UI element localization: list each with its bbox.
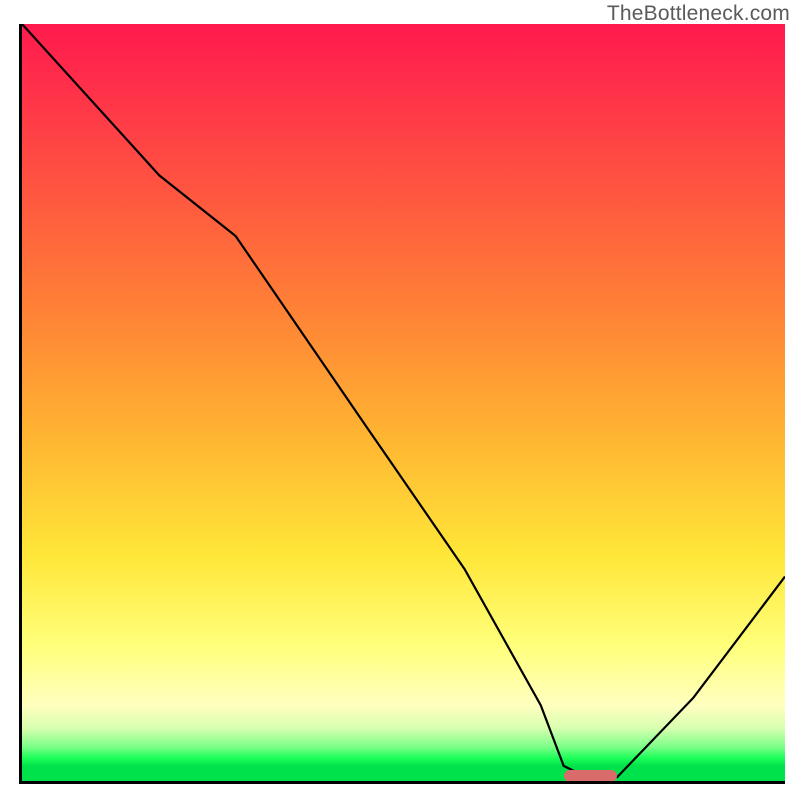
- chart-plot-area: [19, 24, 785, 784]
- watermark-text: TheBottleneck.com: [607, 2, 790, 26]
- optimal-marker: [564, 770, 617, 782]
- bottleneck-curve: [22, 24, 785, 781]
- curve-path: [22, 24, 785, 777]
